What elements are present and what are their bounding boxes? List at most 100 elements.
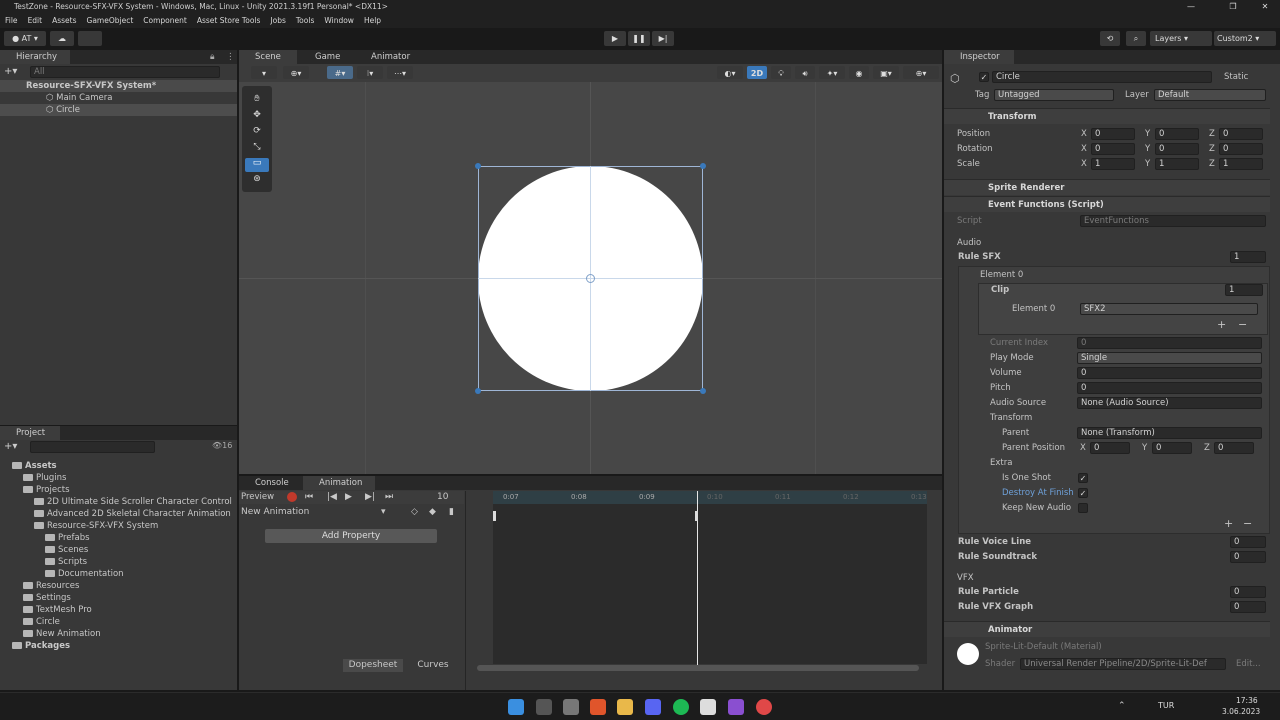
rule-particle-count[interactable]: 0 [1230, 586, 1266, 598]
object-name-input[interactable]: Circle [992, 71, 1212, 83]
axis-label-z[interactable]: Z [1209, 158, 1215, 170]
clock-date[interactable]: 3.06.2023 [1222, 707, 1260, 716]
tab-project[interactable]: Project [0, 426, 60, 440]
rule-vfx-graph-count[interactable]: 0 [1230, 601, 1266, 613]
axis-field-y[interactable]: 0 [1155, 128, 1199, 140]
axis-field-x[interactable]: 1 [1091, 158, 1135, 170]
project-tree-item[interactable]: Packages [12, 640, 70, 652]
animator-header[interactable]: Animator [944, 621, 1270, 637]
lighting-icon[interactable]: 💡︎ [771, 66, 791, 79]
axis-field-y[interactable]: 1 [1155, 158, 1199, 170]
axis-label-z[interactable]: Z [1209, 128, 1215, 140]
layers-dropdown[interactable]: Layers ▾ [1150, 31, 1212, 46]
rule-soundtrack-foldout[interactable]: Rule Soundtrack [958, 551, 1037, 563]
tab-console[interactable]: Console [239, 476, 301, 490]
brave-icon[interactable] [590, 699, 606, 715]
clock-time[interactable]: 17:36 [1236, 696, 1258, 705]
add-property-button[interactable]: Add Property [265, 529, 437, 543]
axis-label-x[interactable]: X [1081, 158, 1087, 170]
camera-icon[interactable]: ▣▾ [873, 66, 899, 79]
rule-voice-line-foldout[interactable]: Rule Voice Line [958, 536, 1031, 548]
visibility-icon[interactable]: ◉ [849, 66, 869, 79]
project-tree-item[interactable]: New Animation [23, 628, 101, 640]
history-icon[interactable]: ⟲ [1100, 31, 1120, 46]
rule-voice-line-count[interactable]: 0 [1230, 536, 1266, 548]
pause-button[interactable]: ❚❚ [628, 31, 650, 46]
rule-vfx-graph-foldout[interactable]: Rule VFX Graph [958, 601, 1033, 613]
axis-field-z[interactable]: 0 [1219, 128, 1263, 140]
clip-element-dropdown[interactable]: SFX2 [1080, 303, 1258, 315]
project-tree-item[interactable]: 2D Ultimate Side Scroller Character Cont… [34, 496, 232, 508]
project-tree-item[interactable]: TextMesh Pro [23, 604, 92, 616]
rule-soundtrack-count[interactable]: 0 [1230, 551, 1266, 563]
hidden-packages-icon[interactable]: 👁︎16 [212, 441, 232, 450]
snap-icon[interactable]: ⁝▾ [357, 66, 383, 79]
transform-header[interactable]: Transform [944, 108, 1270, 124]
axis-field-x[interactable]: 0 [1091, 143, 1135, 155]
axis-field-z[interactable]: 0 [1219, 143, 1263, 155]
frame-field[interactable]: 10 [437, 491, 448, 504]
axis-field-z[interactable]: 1 [1219, 158, 1263, 170]
scene-viewport[interactable] [239, 82, 942, 474]
next-key-icon[interactable]: ▶| [365, 491, 375, 504]
static-toggle[interactable]: Static [1224, 71, 1248, 83]
tab-animation[interactable]: Animation [303, 476, 375, 490]
grid-icon[interactable]: #▾ [327, 66, 353, 79]
scene-row[interactable]: Resource-SFX-VFX System* [0, 80, 237, 92]
tag-dropdown[interactable]: Untagged [994, 89, 1114, 101]
clip-dropdown[interactable]: New Animation [241, 506, 309, 519]
lock-icon[interactable]: 🔒︎ [210, 50, 215, 64]
search-icon[interactable]: ⌕ [1126, 31, 1146, 46]
menu-assets[interactable]: Assets [47, 14, 81, 28]
axis-label-y[interactable]: Y [1145, 143, 1150, 155]
axis-field-y[interactable]: 0 [1155, 143, 1199, 155]
tab-scene[interactable]: Scene [239, 50, 297, 64]
record-icon[interactable] [287, 492, 297, 502]
event-functions-header[interactable]: Event Functions (Script) [944, 196, 1270, 212]
hierarchy-search-input[interactable]: All [30, 66, 220, 78]
shader-dropdown[interactable]: Universal Render Pipeline/2D/Sprite-Lit-… [1020, 658, 1226, 670]
audio-source-field[interactable]: None (Audio Source) [1077, 397, 1262, 409]
recorder-icon[interactable] [756, 699, 772, 715]
audio-icon[interactable]: 🔊︎ [795, 66, 815, 79]
corner-handle-tr[interactable] [700, 163, 706, 169]
project-tree-item[interactable]: Assets [12, 460, 57, 472]
keep-new-audio-checkbox[interactable] [1078, 503, 1088, 513]
draw-mode-icon[interactable]: ▾ [251, 66, 277, 79]
tab-inspector[interactable]: Inspector [944, 50, 1014, 64]
unity-hub-icon[interactable] [563, 699, 579, 715]
corner-handle-bl[interactable] [475, 388, 481, 394]
menu-jobs[interactable]: Jobs [265, 14, 290, 28]
element0-foldout[interactable]: Element 0 [980, 269, 1023, 281]
scale-tool-icon[interactable]: ⤡ [245, 142, 269, 156]
first-key-icon[interactable]: ⏮ [305, 491, 313, 504]
project-tree-item[interactable]: Prefabs [45, 532, 90, 544]
account-button[interactable]: ● AT ▾ [4, 31, 46, 46]
sprite-renderer-header[interactable]: Sprite Renderer [944, 179, 1270, 195]
prev-key-icon[interactable]: |◀ [327, 491, 337, 504]
menu-gameobject[interactable]: GameObject [82, 14, 139, 28]
language-indicator[interactable]: TUR [1158, 701, 1174, 710]
rule-particle-foldout[interactable]: Rule Particle [958, 586, 1019, 598]
axis-label-z[interactable]: Z [1209, 143, 1215, 155]
rule-sfx-count[interactable]: 1 [1230, 251, 1266, 263]
project-tree-item[interactable]: Resource-SFX-VFX System [34, 520, 158, 532]
corner-handle-tl[interactable] [475, 163, 481, 169]
project-tree-item[interactable]: Projects [23, 484, 70, 496]
play-mode-dropdown[interactable]: Single [1077, 352, 1262, 364]
project-tree-item[interactable]: Settings [23, 592, 71, 604]
curves-tab[interactable]: Curves [405, 659, 461, 672]
create-button[interactable]: +▾ [4, 66, 24, 78]
rotate-tool-icon[interactable]: ⟳ [245, 126, 269, 140]
menu-help[interactable]: Help [359, 14, 386, 28]
axis-label-y[interactable]: Y [1145, 128, 1150, 140]
project-tree-item[interactable]: Plugins [23, 472, 66, 484]
menu-component[interactable]: Component [138, 14, 192, 28]
event-marker-icon[interactable]: ▮ [449, 506, 454, 519]
tab-animator[interactable]: Animator [355, 50, 425, 64]
dopesheet-area[interactable] [493, 504, 927, 664]
timeline-scrollbar[interactable] [477, 665, 919, 671]
remove-element-button[interactable]: − [1243, 518, 1252, 530]
last-key-icon[interactable]: ⏭ [385, 491, 393, 504]
cloud-icon[interactable]: ☁ [50, 31, 74, 46]
